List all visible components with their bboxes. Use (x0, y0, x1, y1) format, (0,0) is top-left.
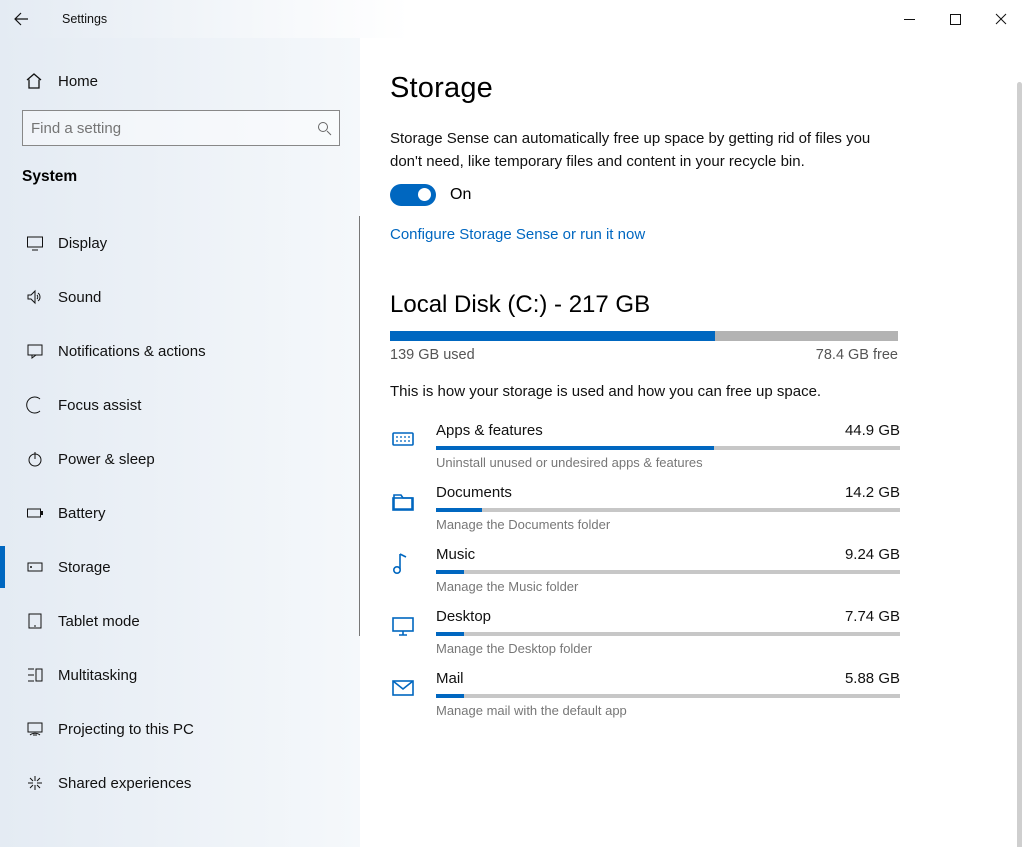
notifications-icon (24, 340, 46, 362)
category-item-desktop[interactable]: Desktop 7.74 GB Manage the Desktop folder (390, 608, 900, 656)
category-size: 14.2 GB (845, 484, 900, 501)
minimize-button[interactable] (886, 3, 932, 35)
music-icon (390, 548, 422, 580)
sidebar-item-tablet[interactable]: Tablet mode (0, 594, 360, 648)
category-bar (436, 570, 900, 574)
window-title: Settings (62, 12, 107, 26)
disk-free-label: 78.4 GB free (816, 347, 898, 363)
home-label: Home (58, 73, 98, 90)
toggle-label: On (450, 186, 471, 204)
category-item-apps[interactable]: Apps & features 44.9 GB Uninstall unused o… (390, 422, 900, 470)
nav-list: Display Sound Notifications & actions Fo… (0, 216, 360, 810)
sidebar-item-label: Multitasking (58, 667, 137, 684)
category-desc: Manage the Desktop folder (436, 641, 900, 656)
disk-used-label: 139 GB used (390, 347, 475, 363)
arrow-left-icon (13, 11, 29, 27)
home-icon (24, 72, 44, 90)
category-desc: Manage mail with the default app (436, 703, 900, 718)
sidebar-item-multitasking[interactable]: Multitasking (0, 648, 360, 702)
sidebar-item-label: Battery (58, 505, 106, 522)
storage-sense-toggle-row: On (390, 184, 1024, 206)
scrollbar[interactable] (1017, 82, 1022, 847)
multitasking-icon (24, 664, 46, 686)
close-button[interactable] (978, 3, 1024, 35)
sidebar-item-storage[interactable]: Storage (0, 540, 360, 594)
back-button[interactable] (0, 0, 42, 38)
sidebar-item-label: Sound (58, 289, 101, 306)
category-item-documents[interactable]: Documents 14.2 GB Manage the Documents fol… (390, 484, 900, 532)
power-icon (24, 448, 46, 470)
category-bar (436, 508, 900, 512)
focus-icon (24, 394, 46, 416)
display-icon (24, 232, 46, 254)
category-list: Apps & features 44.9 GB Uninstall unused o… (390, 422, 900, 718)
storage-sense-toggle[interactable] (390, 184, 436, 206)
category-name: Music (436, 546, 475, 563)
sidebar-item-label: Display (58, 235, 107, 252)
sidebar-item-label: Tablet mode (58, 613, 140, 630)
main-content: Storage Storage Sense can automatically … (360, 38, 1024, 847)
storage-icon (24, 556, 46, 578)
page-title: Storage (390, 72, 1024, 105)
disk-heading: Local Disk (C:) - 217 GB (390, 291, 1024, 319)
sidebar-item-notifications[interactable]: Notifications & actions (0, 324, 360, 378)
category-desc: Manage the Music folder (436, 579, 900, 594)
sidebar-item-label: Power & sleep (58, 451, 155, 468)
maximize-icon (950, 14, 961, 25)
sidebar-item-home[interactable]: Home (0, 62, 360, 100)
sidebar-item-projecting[interactable]: Projecting to this PC (0, 702, 360, 756)
apps-icon (390, 424, 422, 456)
sidebar-item-shared[interactable]: Shared experiences (0, 756, 360, 810)
configure-link[interactable]: Configure Storage Sense or run it now (390, 226, 1024, 243)
sidebar-item-focusassist[interactable]: Focus assist (0, 378, 360, 432)
sound-icon (24, 286, 46, 308)
storage-sense-description: Storage Sense can automatically free up … (390, 127, 900, 174)
category-bar (436, 632, 900, 636)
desktop-icon (390, 610, 422, 642)
category-item-mail[interactable]: Mail 5.88 GB Manage mail with the default … (390, 670, 900, 718)
documents-icon (390, 486, 422, 518)
category-name: Apps & features (436, 422, 543, 439)
mail-icon (390, 672, 422, 704)
category-item-music[interactable]: Music 9.24 GB Manage the Music folder (390, 546, 900, 594)
category-desc: Uninstall unused or undesired apps & fea… (436, 455, 900, 470)
sidebar-item-display[interactable]: Display (0, 216, 360, 270)
sidebar-item-label: Shared experiences (58, 775, 191, 792)
sidebar-item-battery[interactable]: Battery (0, 486, 360, 540)
search-icon (309, 121, 339, 136)
category-size: 5.88 GB (845, 670, 900, 687)
settings-window: Settings Home Sy (0, 0, 1024, 847)
tablet-icon (24, 610, 46, 632)
sidebar-item-label: Notifications & actions (58, 343, 206, 360)
category-name: Mail (436, 670, 464, 687)
category-size: 9.24 GB (845, 546, 900, 563)
category-bar (436, 446, 900, 450)
disk-usage-labels: 139 GB used 78.4 GB free (390, 347, 898, 363)
battery-icon (24, 502, 46, 524)
maximize-button[interactable] (932, 3, 978, 35)
storage-intro: This is how your storage is used and how… (390, 383, 1024, 400)
sidebar-item-sound[interactable]: Sound (0, 270, 360, 324)
disk-usage-bar (390, 331, 898, 341)
category-name: Documents (436, 484, 512, 501)
category-desc: Manage the Documents folder (436, 517, 900, 532)
sidebar-item-label: Projecting to this PC (58, 721, 194, 738)
minimize-icon (904, 14, 915, 25)
section-label: System (0, 162, 360, 198)
category-bar (436, 694, 900, 698)
sidebar-item-power[interactable]: Power & sleep (0, 432, 360, 486)
sidebar-item-label: Storage (58, 559, 111, 576)
category-size: 7.74 GB (845, 608, 900, 625)
sidebar-item-label: Focus assist (58, 397, 141, 414)
search-input[interactable] (23, 119, 309, 138)
sidebar: Home System Display Sound (0, 38, 360, 847)
category-size: 44.9 GB (845, 422, 900, 439)
titlebar: Settings (0, 0, 1024, 38)
search-input-wrap[interactable] (22, 110, 340, 146)
close-icon (995, 13, 1007, 25)
category-name: Desktop (436, 608, 491, 625)
shared-icon (24, 772, 46, 794)
projecting-icon (24, 718, 46, 740)
